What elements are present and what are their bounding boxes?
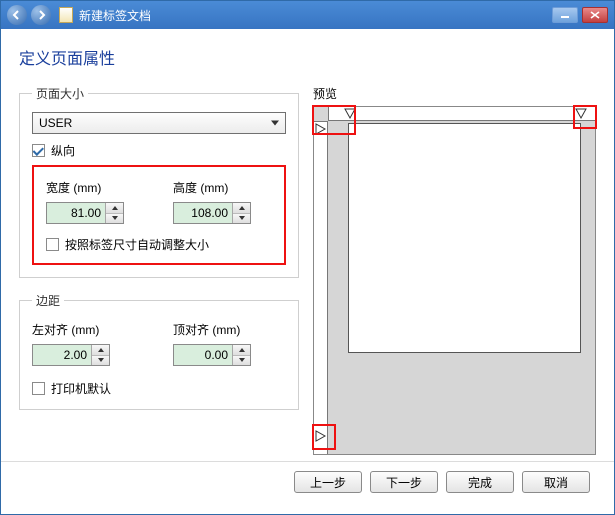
printer-default-label: 打印机默认 bbox=[51, 380, 111, 397]
width-input[interactable] bbox=[47, 203, 105, 223]
preview-area bbox=[313, 106, 596, 455]
titlebar: 新建标签文档 bbox=[1, 1, 614, 29]
forward-button[interactable] bbox=[31, 5, 51, 25]
dialog-content: 定义页面属性 页面大小 USER 纵向 bbox=[1, 29, 614, 514]
auto-adjust-label: 按照标签尺寸自动调整大小 bbox=[65, 236, 209, 253]
cancel-button-label: 取消 bbox=[544, 474, 568, 491]
top-margin-label: 顶对齐 (mm) bbox=[173, 321, 286, 338]
top-margin-spinner[interactable] bbox=[173, 344, 251, 366]
top-margin-input[interactable] bbox=[174, 345, 232, 365]
height-spinner[interactable] bbox=[173, 202, 251, 224]
left-margin-step-down[interactable] bbox=[92, 356, 109, 366]
page-size-group: 页面大小 USER 纵向 宽度 (mm) bbox=[19, 85, 299, 278]
portrait-checkbox[interactable] bbox=[32, 144, 45, 157]
height-label: 高度 (mm) bbox=[173, 179, 272, 196]
marker-left-bottom-icon[interactable] bbox=[315, 430, 327, 442]
auto-adjust-checkbox[interactable] bbox=[46, 238, 59, 251]
page-preset-combo[interactable]: USER bbox=[32, 112, 286, 134]
height-step-down[interactable] bbox=[233, 214, 250, 224]
top-margin-step-down[interactable] bbox=[233, 356, 250, 366]
width-spinner[interactable] bbox=[46, 202, 124, 224]
left-margin-label: 左对齐 (mm) bbox=[32, 321, 145, 338]
width-label: 宽度 (mm) bbox=[46, 179, 145, 196]
cancel-button[interactable]: 取消 bbox=[522, 471, 590, 493]
next-button[interactable]: 下一步 bbox=[370, 471, 438, 493]
ruler-top bbox=[328, 107, 595, 121]
height-step-up[interactable] bbox=[233, 203, 250, 214]
dialog-window: 新建标签文档 定义页面属性 页面大小 USER 纵向 bbox=[0, 0, 615, 515]
marker-top-right-icon[interactable] bbox=[575, 108, 587, 120]
left-margin-input[interactable] bbox=[33, 345, 91, 365]
top-margin-step-up[interactable] bbox=[233, 345, 250, 356]
marker-top-left-icon[interactable] bbox=[344, 108, 356, 120]
close-button[interactable] bbox=[582, 7, 608, 23]
margins-legend: 边距 bbox=[32, 292, 64, 309]
marker-left-top-icon[interactable] bbox=[315, 123, 327, 135]
width-step-up[interactable] bbox=[106, 203, 123, 214]
left-margin-spinner[interactable] bbox=[32, 344, 110, 366]
preview-label: 预览 bbox=[313, 85, 596, 102]
prev-button-label: 上一步 bbox=[310, 474, 346, 491]
dimensions-highlight: 宽度 (mm) 高度 (mm) bbox=[32, 165, 286, 265]
finish-button-label: 完成 bbox=[468, 474, 492, 491]
back-button[interactable] bbox=[7, 5, 27, 25]
chevron-down-icon bbox=[271, 121, 279, 126]
page-size-legend: 页面大小 bbox=[32, 85, 88, 102]
height-input[interactable] bbox=[174, 203, 232, 223]
margins-group: 边距 左对齐 (mm) bbox=[19, 292, 299, 410]
ruler-left bbox=[314, 121, 328, 454]
portrait-label: 纵向 bbox=[51, 142, 75, 159]
page-preset-value: USER bbox=[39, 116, 72, 130]
next-button-label: 下一步 bbox=[386, 474, 422, 491]
finish-button[interactable]: 完成 bbox=[446, 471, 514, 493]
prev-button[interactable]: 上一步 bbox=[294, 471, 362, 493]
width-step-down[interactable] bbox=[106, 214, 123, 224]
printer-default-checkbox[interactable] bbox=[32, 382, 45, 395]
preview-page bbox=[348, 123, 581, 353]
window-title: 新建标签文档 bbox=[79, 7, 548, 24]
document-icon bbox=[59, 7, 73, 23]
page-title: 定义页面属性 bbox=[19, 45, 596, 69]
left-margin-step-up[interactable] bbox=[92, 345, 109, 356]
minimize-button[interactable] bbox=[552, 7, 578, 23]
button-bar: 上一步 下一步 完成 取消 bbox=[19, 462, 596, 502]
